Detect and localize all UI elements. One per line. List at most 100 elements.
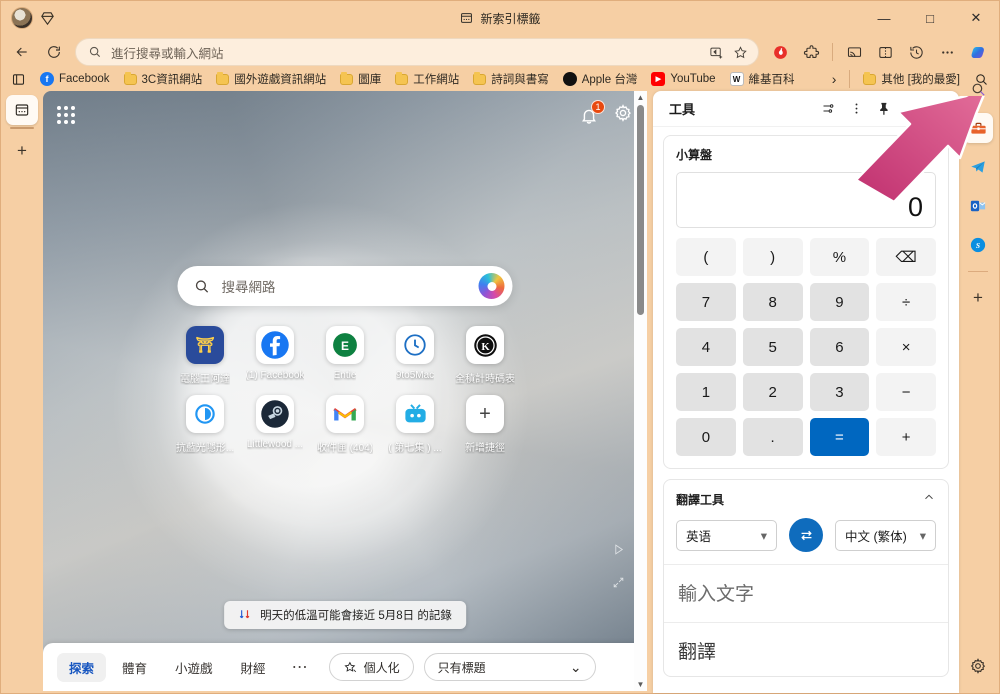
- sidebar-skype-icon[interactable]: S: [963, 230, 993, 260]
- browser-essentials-icon[interactable]: [33, 5, 61, 31]
- calc-key-percent[interactable]: %: [809, 238, 870, 276]
- translator-input[interactable]: 輸入文字: [664, 564, 948, 622]
- swap-languages-button[interactable]: [789, 518, 823, 552]
- calc-key-7[interactable]: 7: [676, 283, 736, 321]
- calc-key-plus[interactable]: +: [876, 418, 936, 456]
- calc-key-3[interactable]: 3: [809, 373, 870, 411]
- target-language-dropdown[interactable]: 中文 (繁体) ▾: [835, 519, 936, 551]
- calc-key-8[interactable]: 8: [742, 283, 803, 321]
- ntp-search-box[interactable]: 搜尋網路: [177, 266, 513, 306]
- feed-tab-games[interactable]: 小遊戲: [163, 653, 225, 682]
- new-tab-button[interactable]: +: [6, 137, 38, 165]
- expand-arrows-icon[interactable]: [612, 576, 625, 594]
- active-tab[interactable]: 新索引標籤: [459, 10, 541, 27]
- bookmark-folder-other[interactable]: 其他 [我的最愛]: [857, 69, 966, 89]
- calc-key-backspace[interactable]: ⌫: [876, 238, 936, 276]
- play-triangle-icon[interactable]: [612, 543, 625, 561]
- feed-more-button[interactable]: ⋯: [282, 652, 319, 682]
- refresh-button[interactable]: [39, 38, 69, 66]
- feed-tab-finance[interactable]: 財經: [229, 653, 278, 682]
- shortcut-tile[interactable]: 收件匣 (404): [314, 395, 376, 454]
- collections-icon[interactable]: [5, 70, 32, 89]
- chevron-up-icon[interactable]: [922, 490, 936, 509]
- sidebar-settings-gear-icon[interactable]: [963, 651, 993, 681]
- headlines-dropdown[interactable]: 只有標題 ⌄: [423, 653, 596, 681]
- tuning-sliders-icon[interactable]: [815, 96, 841, 122]
- calc-key-5[interactable]: 5: [742, 328, 803, 366]
- panel-minimize-icon[interactable]: [899, 96, 925, 122]
- back-button[interactable]: [7, 38, 37, 66]
- split-screen-icon[interactable]: [870, 38, 900, 66]
- cast-icon[interactable]: [839, 38, 869, 66]
- image-creator-icon[interactable]: [704, 41, 728, 63]
- calc-key-6[interactable]: 6: [809, 328, 870, 366]
- maximize-button[interactable]: □: [907, 1, 953, 35]
- bookmark-youtube[interactable]: ▶ YouTube: [645, 70, 721, 88]
- bookmark-folder-poetry[interactable]: 詩詞與書寫: [467, 69, 555, 89]
- calc-key-open-paren[interactable]: (: [676, 238, 736, 276]
- feed-tab-sports[interactable]: 體育: [110, 653, 159, 682]
- panel-collapse-chevron-icon[interactable]: [927, 96, 953, 122]
- ntp-top-right: 1: [579, 100, 633, 128]
- address-input[interactable]: 進行搜尋或輸入網站: [111, 43, 704, 62]
- sidebar-tools-toolbox-icon[interactable]: [963, 113, 993, 143]
- history-icon[interactable]: [901, 38, 931, 66]
- apps-grid-icon[interactable]: [57, 106, 75, 124]
- profile-avatar[interactable]: [11, 7, 33, 29]
- favorite-star-icon[interactable]: [728, 41, 752, 63]
- scroll-up-arrow[interactable]: ▲: [637, 91, 645, 104]
- weather-tip[interactable]: 明天的低溫可能會接近 5月8日 的記錄: [224, 601, 466, 629]
- calc-key-2[interactable]: 2: [742, 373, 803, 411]
- page-scrollbar[interactable]: ▲ ▼: [634, 91, 647, 691]
- bookmark-wikipedia[interactable]: W 維基百科: [724, 69, 801, 89]
- shortcut-tile[interactable]: E Entie: [314, 326, 376, 385]
- bookmark-folder-work[interactable]: 工作網站: [389, 69, 465, 89]
- address-bar[interactable]: 進行搜尋或輸入網站: [75, 38, 759, 66]
- bookmark-label: Facebook: [59, 73, 110, 85]
- calc-key-9[interactable]: 9: [809, 283, 870, 321]
- calc-key-1[interactable]: 1: [676, 373, 736, 411]
- sidebar-add-button[interactable]: +: [963, 283, 993, 313]
- copilot-icon[interactable]: [478, 273, 505, 299]
- calc-key-divide[interactable]: ÷: [876, 283, 936, 321]
- extensions-icon[interactable]: [796, 38, 826, 66]
- minimize-button[interactable]: —: [861, 1, 907, 35]
- calc-key-multiply[interactable]: ×: [876, 328, 936, 366]
- pin-icon[interactable]: [871, 96, 897, 122]
- add-shortcut-tile[interactable]: + 新增捷徑: [454, 395, 516, 454]
- close-button[interactable]: ✕: [953, 1, 999, 35]
- calc-key-decimal[interactable]: .: [742, 418, 803, 456]
- scrollbar-thumb[interactable]: [637, 105, 644, 315]
- feed-tab-discover[interactable]: 探索: [57, 652, 107, 682]
- notifications-button[interactable]: 1: [579, 100, 605, 125]
- personalize-button[interactable]: 個人化: [328, 653, 414, 681]
- bookmark-folder-gallery[interactable]: 圖庫: [334, 69, 387, 89]
- calc-key-minus[interactable]: −: [876, 373, 936, 411]
- bookmark-folder-3c[interactable]: 3C資訊網站: [118, 69, 209, 89]
- ntp-search-input[interactable]: 搜尋網路: [222, 276, 479, 296]
- source-language-dropdown[interactable]: 英语 ▾: [676, 519, 777, 551]
- shortcut-tile[interactable]: 9to5Mac: [384, 326, 446, 385]
- shortcut-tile[interactable]: ( 第七集 ) ...: [384, 395, 446, 454]
- ntp-settings-gear-icon[interactable]: [613, 103, 633, 128]
- sidebar-search-icon[interactable]: [963, 74, 993, 104]
- bookmark-apple[interactable]: Apple 台灣: [557, 69, 644, 89]
- shield-flame-icon[interactable]: [765, 38, 795, 66]
- calc-key-close-paren[interactable]: ): [742, 238, 803, 276]
- bookmark-folder-games[interactable]: 國外遊戲資訊網站: [210, 69, 332, 89]
- shortcut-tile[interactable]: Littlewood ...: [244, 395, 306, 454]
- calc-key-4[interactable]: 4: [676, 328, 736, 366]
- more-vertical-icon[interactable]: [843, 96, 869, 122]
- shortcut-tile[interactable]: K 全積計時碼表: [454, 326, 516, 385]
- sidebar-outlook-icon[interactable]: [963, 191, 993, 221]
- shortcut-tile[interactable]: (1) Facebook: [244, 326, 306, 385]
- calc-key-0[interactable]: 0: [676, 418, 736, 456]
- calc-key-equals[interactable]: =: [809, 418, 870, 456]
- shortcut-tile[interactable]: ⛩ 電腦王阿達: [174, 326, 236, 385]
- sidebar-telegram-icon[interactable]: [963, 152, 993, 182]
- shortcut-tile[interactable]: 抗藍光隱形...: [174, 395, 236, 454]
- bookmarks-overflow-button[interactable]: ›: [826, 69, 843, 89]
- scroll-down-arrow[interactable]: ▼: [637, 678, 645, 691]
- rail-active-tab[interactable]: [6, 95, 38, 125]
- bookmark-facebook[interactable]: f Facebook: [34, 70, 116, 88]
